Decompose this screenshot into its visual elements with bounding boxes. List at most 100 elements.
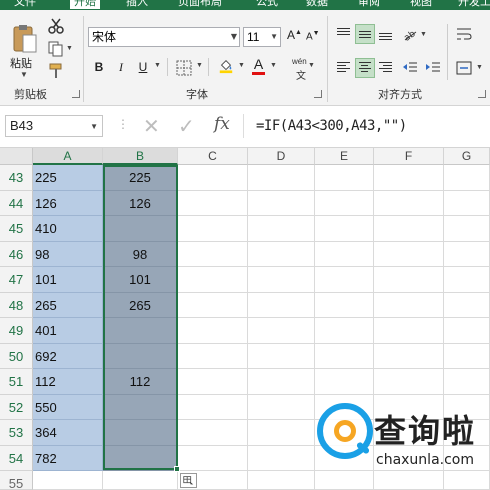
tab-view[interactable]: 视图 bbox=[410, 0, 432, 9]
alignment-launcher-icon[interactable] bbox=[478, 90, 486, 98]
cell-d48[interactable] bbox=[248, 293, 315, 318]
wrap-text-icon[interactable] bbox=[456, 26, 472, 42]
cell-f43[interactable] bbox=[374, 165, 444, 191]
cell-e48[interactable] bbox=[315, 293, 374, 318]
cell-b46[interactable]: 98 bbox=[103, 242, 178, 267]
cell-e45[interactable] bbox=[315, 216, 374, 242]
bold-button[interactable]: B bbox=[92, 57, 106, 77]
cell-d55[interactable] bbox=[248, 471, 315, 490]
cell-b47[interactable]: 101 bbox=[103, 267, 178, 293]
phonetic-dropdown-icon[interactable]: ▼ bbox=[308, 62, 315, 69]
cell-f50[interactable] bbox=[374, 344, 444, 369]
cell-a49[interactable]: 401 bbox=[33, 318, 103, 344]
select-all-corner[interactable] bbox=[0, 148, 33, 165]
italic-button[interactable]: I bbox=[114, 57, 128, 77]
more-icon[interactable]: ⋮ bbox=[117, 117, 129, 131]
cell-g50[interactable] bbox=[444, 344, 490, 369]
increase-font-size-button[interactable]: A▲ bbox=[287, 28, 302, 42]
align-middle-button[interactable] bbox=[355, 24, 375, 44]
cell-b45[interactable] bbox=[103, 216, 178, 242]
formula-input[interactable]: =IF(A43<300,A43,"") bbox=[256, 118, 407, 134]
tab-developer[interactable]: 开发工 bbox=[458, 0, 490, 9]
borders-icon[interactable] bbox=[176, 60, 192, 76]
tab-insert[interactable]: 插入 bbox=[126, 0, 148, 9]
cell-f44[interactable] bbox=[374, 191, 444, 216]
cell-f51[interactable] bbox=[374, 369, 444, 395]
cell-d49[interactable] bbox=[248, 318, 315, 344]
cell-a51[interactable]: 112 bbox=[33, 369, 103, 395]
cell-c44[interactable] bbox=[178, 191, 248, 216]
cell-b51[interactable]: 112 bbox=[103, 369, 178, 395]
row-header[interactable]: 55 bbox=[0, 471, 33, 490]
cell-e47[interactable] bbox=[315, 267, 374, 293]
cell-a52[interactable]: 550 bbox=[33, 395, 103, 420]
cell-d53[interactable] bbox=[248, 420, 315, 446]
align-bottom-button[interactable] bbox=[376, 24, 396, 44]
merge-center-icon[interactable] bbox=[456, 60, 472, 76]
cell-b54[interactable] bbox=[103, 446, 178, 471]
row-header[interactable]: 54 bbox=[0, 446, 33, 471]
underline-button[interactable]: U bbox=[136, 57, 150, 77]
cell-d50[interactable] bbox=[248, 344, 315, 369]
paste-dropdown-icon[interactable]: ▼ bbox=[20, 70, 28, 79]
cell-g55[interactable] bbox=[444, 471, 490, 490]
cell-g47[interactable] bbox=[444, 267, 490, 293]
cell-f48[interactable] bbox=[374, 293, 444, 318]
cell-e51[interactable] bbox=[315, 369, 374, 395]
decrease-indent-icon[interactable] bbox=[402, 60, 418, 76]
font-color-dropdown-icon[interactable]: ▼ bbox=[270, 62, 277, 69]
tab-home[interactable]: 开始 bbox=[70, 0, 100, 9]
font-launcher-icon[interactable] bbox=[314, 90, 322, 98]
cell-c49[interactable] bbox=[178, 318, 248, 344]
decrease-font-size-button[interactable]: A▼ bbox=[306, 30, 320, 42]
row-header[interactable]: 44 bbox=[0, 191, 33, 216]
cell-e44[interactable] bbox=[315, 191, 374, 216]
cell-d46[interactable] bbox=[248, 242, 315, 267]
cell-c54[interactable] bbox=[178, 446, 248, 471]
paste-icon[interactable] bbox=[12, 24, 38, 54]
align-right-button[interactable] bbox=[376, 58, 396, 78]
borders-dropdown-icon[interactable]: ▼ bbox=[196, 62, 203, 69]
tab-review[interactable]: 审阅 bbox=[358, 0, 380, 9]
cell-f49[interactable] bbox=[374, 318, 444, 344]
cell-c46[interactable] bbox=[178, 242, 248, 267]
cell-a43[interactable]: 225 bbox=[33, 165, 103, 191]
column-header-d[interactable]: D bbox=[248, 148, 315, 165]
row-header[interactable]: 50 bbox=[0, 344, 33, 369]
orientation-icon[interactable]: ab bbox=[402, 26, 418, 42]
chevron-down-icon[interactable]: ▼ bbox=[90, 117, 98, 137]
column-header-f[interactable]: F bbox=[374, 148, 444, 165]
cell-a47[interactable]: 101 bbox=[33, 267, 103, 293]
cell-g48[interactable] bbox=[444, 293, 490, 318]
cell-a44[interactable]: 126 bbox=[33, 191, 103, 216]
row-header[interactable]: 46 bbox=[0, 242, 33, 267]
cell-g51[interactable] bbox=[444, 369, 490, 395]
cell-d43[interactable] bbox=[248, 165, 315, 191]
row-header[interactable]: 52 bbox=[0, 395, 33, 420]
tab-page-layout[interactable]: 页面布局 bbox=[178, 0, 222, 9]
cell-g43[interactable] bbox=[444, 165, 490, 191]
cell-f47[interactable] bbox=[374, 267, 444, 293]
cell-g49[interactable] bbox=[444, 318, 490, 344]
cell-c53[interactable] bbox=[178, 420, 248, 446]
cell-a50[interactable]: 692 bbox=[33, 344, 103, 369]
row-header[interactable]: 47 bbox=[0, 267, 33, 293]
column-header-b[interactable]: B bbox=[103, 148, 178, 165]
cell-g45[interactable] bbox=[444, 216, 490, 242]
align-top-button[interactable] bbox=[334, 24, 354, 44]
row-header[interactable]: 48 bbox=[0, 293, 33, 318]
cell-b53[interactable] bbox=[103, 420, 178, 446]
cell-b52[interactable] bbox=[103, 395, 178, 420]
cell-c45[interactable] bbox=[178, 216, 248, 242]
column-header-e[interactable]: E bbox=[315, 148, 374, 165]
cell-d47[interactable] bbox=[248, 267, 315, 293]
cell-g44[interactable] bbox=[444, 191, 490, 216]
cell-e49[interactable] bbox=[315, 318, 374, 344]
format-painter-icon[interactable] bbox=[48, 63, 64, 79]
cell-b49[interactable] bbox=[103, 318, 178, 344]
cell-e55[interactable] bbox=[315, 471, 374, 490]
cell-f45[interactable] bbox=[374, 216, 444, 242]
cell-a53[interactable]: 364 bbox=[33, 420, 103, 446]
cell-c48[interactable] bbox=[178, 293, 248, 318]
quick-analysis-icon[interactable] bbox=[180, 473, 197, 488]
